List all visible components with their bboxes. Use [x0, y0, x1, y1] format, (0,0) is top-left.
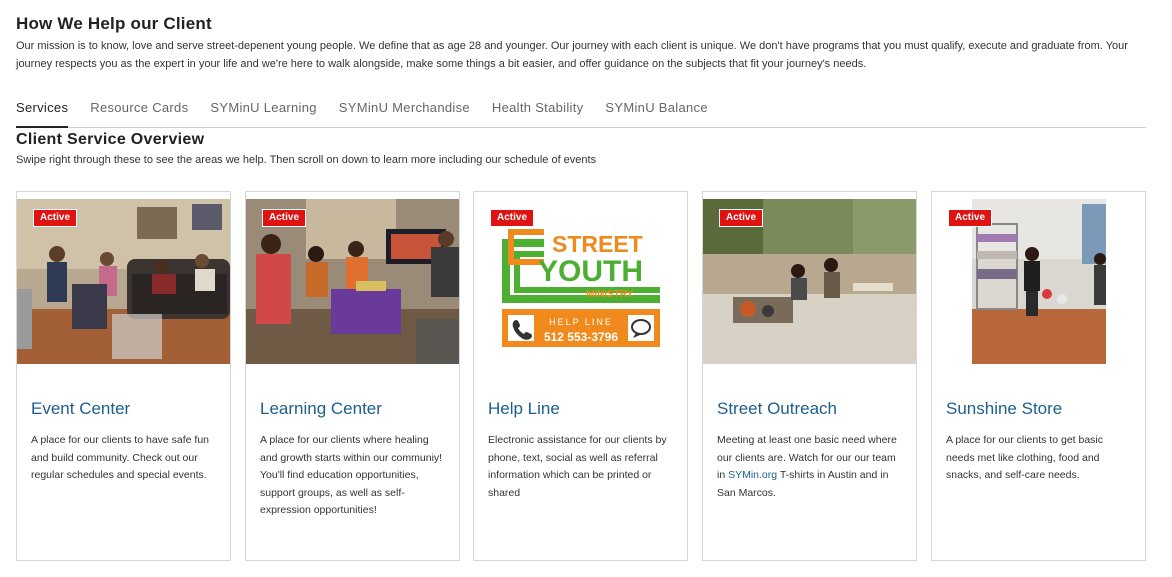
symin-org-link[interactable]: SYMin.org — [728, 469, 777, 481]
svg-text:MINISTRY: MINISTRY — [586, 289, 634, 300]
section-subtitle: Swipe right through these to see the are… — [16, 154, 597, 166]
card-title[interactable]: Sunshine Store — [946, 399, 1062, 419]
card-street-outreach[interactable]: Active Street Outreach Meeting at least … — [702, 191, 917, 561]
svg-text:HELP LINE: HELP LINE — [549, 317, 613, 327]
card-help-line[interactable]: STREET YOUTH MINISTRY HELP LINE 512 553-… — [473, 191, 688, 561]
status-badge: Active — [33, 209, 78, 227]
card-description: Electronic assistance for our clients by… — [488, 434, 667, 499]
tab-syminu-learning[interactable]: SYMinU Learning — [210, 98, 316, 128]
mission-text: Our mission is to know, love and serve s… — [16, 40, 1128, 70]
card-learning-center[interactable]: Active Learning Center A place for our c… — [245, 191, 460, 561]
tab-syminu-balance[interactable]: SYMinU Balance — [605, 98, 707, 128]
tab-resource-cards[interactable]: Resource Cards — [90, 98, 188, 128]
card-sunshine-store[interactable]: Active Sunshine Store A place for our cl… — [931, 191, 1146, 561]
card-title[interactable]: Learning Center — [260, 399, 382, 419]
svg-text:512 553-3796: 512 553-3796 — [544, 330, 618, 344]
status-badge: Active — [719, 209, 764, 227]
page-title: How We Help our Client — [16, 14, 212, 33]
svg-text:YOUTH: YOUTH — [538, 255, 643, 288]
card-description: Meeting at least one basic need where ou… — [717, 432, 905, 502]
card-description: A place for our clients to get basic nee… — [946, 434, 1104, 481]
card-description: A place for our clients to have safe fun… — [31, 434, 210, 481]
card-title[interactable]: Event Center — [31, 399, 130, 419]
card-title[interactable]: Help Line — [488, 399, 560, 419]
tab-syminu-merchandise[interactable]: SYMinU Merchandise — [339, 98, 470, 128]
card-title[interactable]: Street Outreach — [717, 399, 837, 419]
tab-health-stability[interactable]: Health Stability — [492, 98, 584, 128]
tab-bar: Services Resource Cards SYMinU Learning … — [16, 98, 1146, 128]
svg-text:STREET: STREET — [552, 231, 643, 257]
card-description: A place for our clients where healing an… — [260, 434, 443, 516]
status-badge: Active — [948, 209, 993, 227]
status-badge: Active — [262, 209, 307, 227]
status-badge: Active — [490, 209, 535, 227]
section-title: Client Service Overview — [16, 131, 205, 148]
card-event-center[interactable]: Active Event Center A place for our clie… — [16, 191, 231, 561]
tab-services[interactable]: Services — [16, 98, 69, 128]
